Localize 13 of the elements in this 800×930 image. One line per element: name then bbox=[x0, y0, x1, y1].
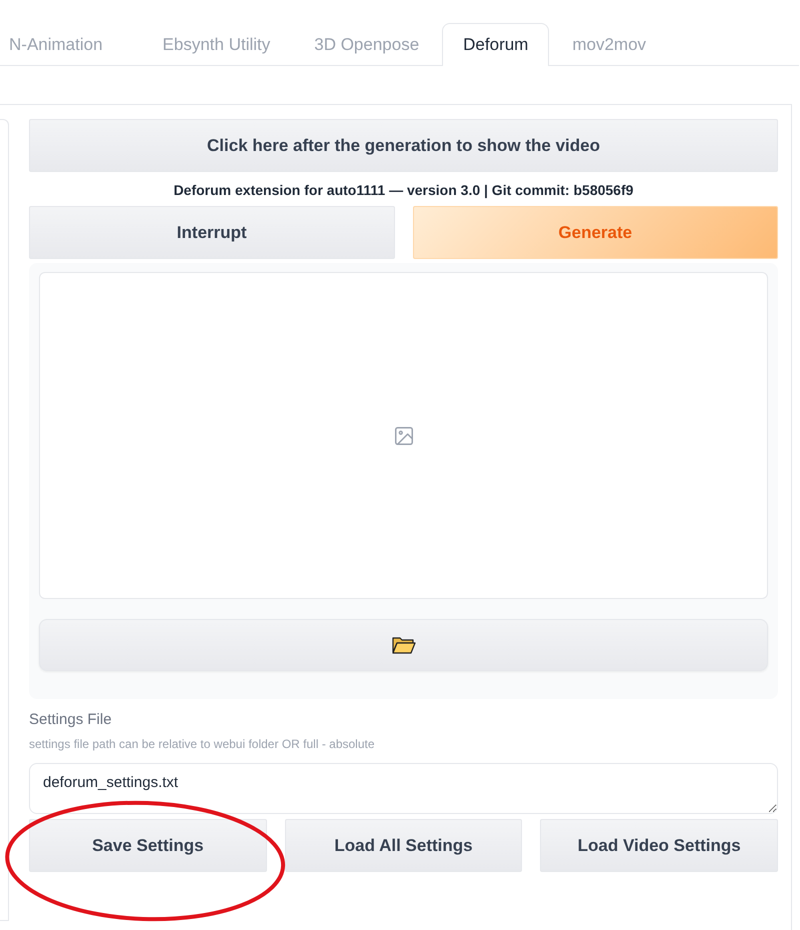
settings-button[interactable]: Save Settings bbox=[29, 819, 267, 872]
field-label: Settings File bbox=[29, 711, 113, 728]
interrupt-button[interactable]: Interrupt bbox=[29, 206, 394, 259]
folder-icon bbox=[392, 636, 416, 654]
version-text: Deforum extension for auto1111 — version 3.0 | Git commit: b58056f9 bbox=[172, 182, 634, 198]
open-folder-button[interactable] bbox=[39, 619, 768, 671]
settings-file-field[interactable]: deforum_settings.txt bbox=[29, 763, 778, 814]
show-video-button[interactable]: Click here after the generation to show the video bbox=[29, 119, 778, 172]
settings-button[interactable]: Load All Settings bbox=[284, 819, 522, 872]
settings-button[interactable]: Load Video Settings bbox=[540, 819, 778, 872]
tab[interactable]: Deforum bbox=[442, 23, 550, 66]
image-icon bbox=[392, 424, 414, 446]
field-info: settings file path can be relative to webui folder OR full - absolute bbox=[29, 737, 376, 751]
